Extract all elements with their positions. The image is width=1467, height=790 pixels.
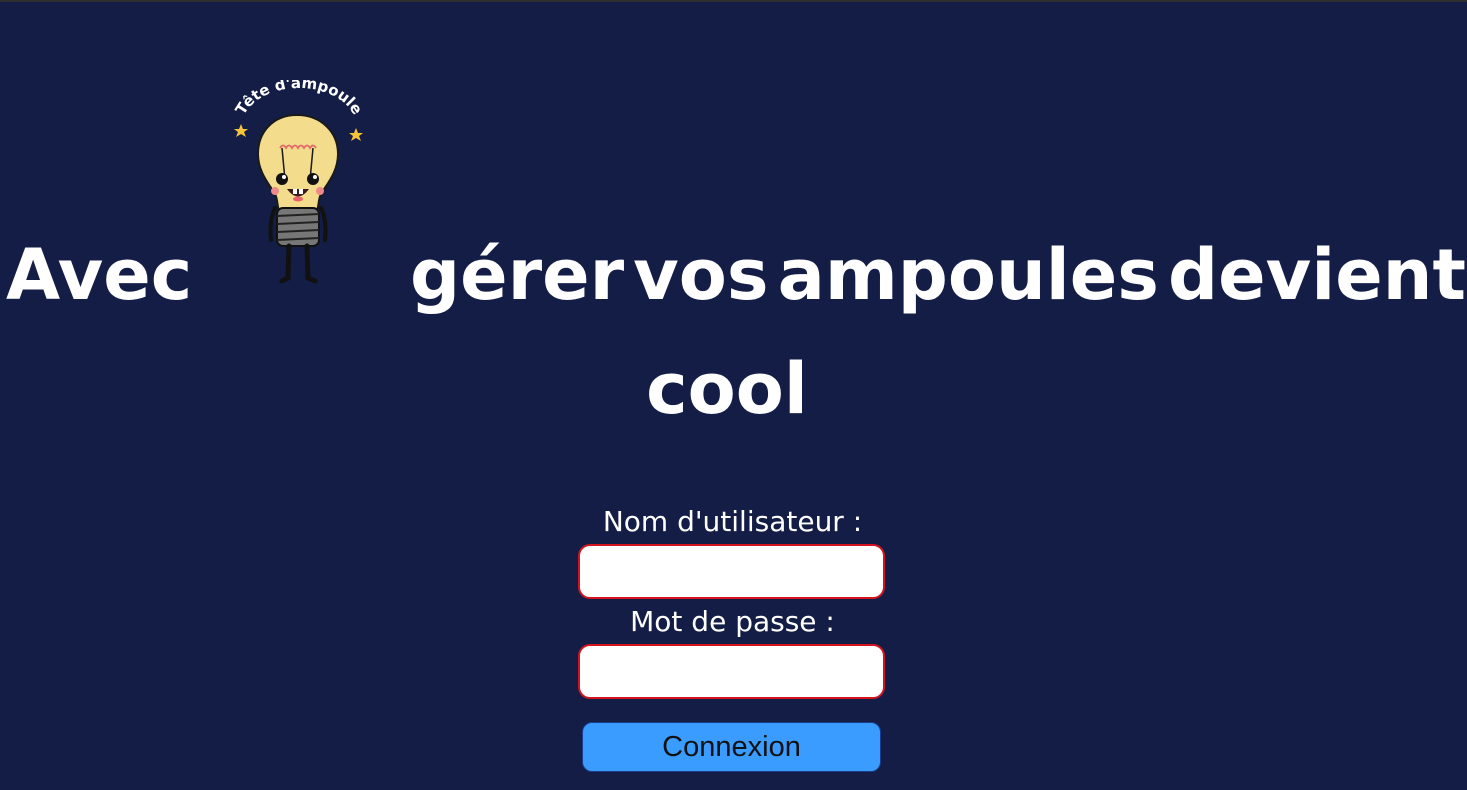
star-icon <box>234 124 248 137</box>
username-label: Nom d'utilisateur : <box>602 505 863 538</box>
headline-word: devient <box>1167 234 1466 316</box>
window-top-border <box>0 0 1467 2</box>
headline-line-1: Avec gérer vos ampoules devient <box>6 218 1466 332</box>
password-label: Mot de passe : <box>630 605 835 638</box>
headline-word: Avec <box>6 234 193 316</box>
headline-words-after-logo: gérer vos ampoules devient <box>410 218 1466 332</box>
headline-word: vos <box>633 234 769 316</box>
username-input[interactable] <box>578 544 885 599</box>
headline-word: cool <box>646 348 808 430</box>
logo-caption: Tête d'ampoule <box>232 80 367 118</box>
headline-line-2: cool <box>0 332 1467 446</box>
password-input[interactable] <box>578 644 885 699</box>
connexion-button[interactable]: Connexion <box>582 722 881 772</box>
headline-word: ampoules <box>777 234 1159 316</box>
login-form: Nom d'utilisateur : Mot de passe : Conne… <box>560 500 905 790</box>
headline-word: gérer <box>410 234 625 316</box>
star-icon <box>349 128 363 141</box>
